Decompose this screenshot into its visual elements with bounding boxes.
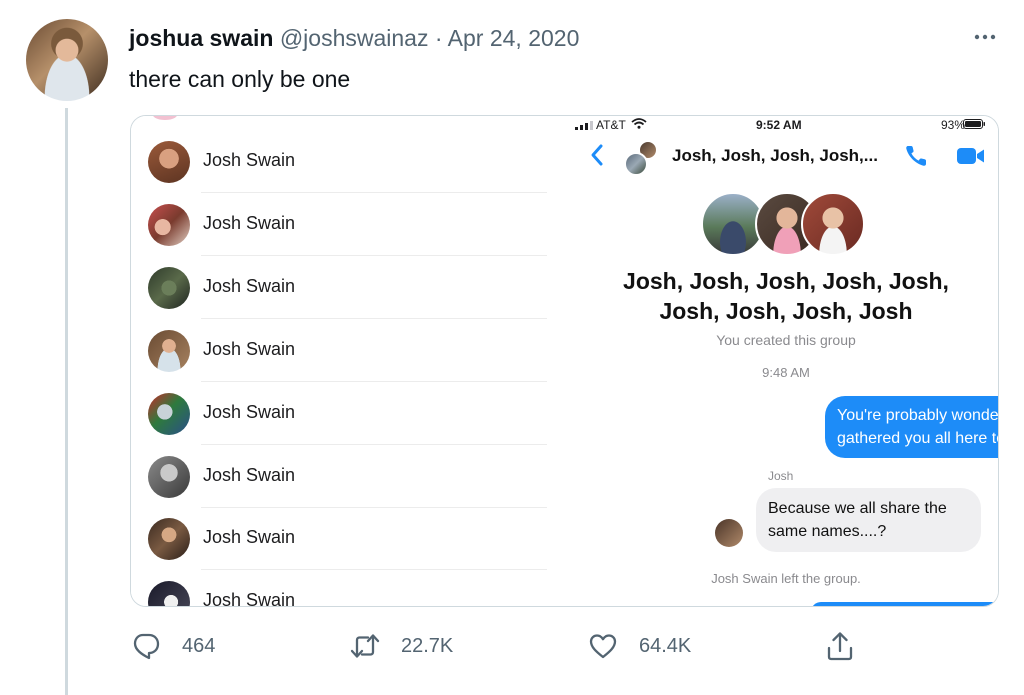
contact-avatar [148,456,190,498]
contact-row[interactable]: Josh Swain [131,256,571,319]
group-subtitle: You created this group [716,332,856,348]
header-separator: · [434,25,443,51]
author-avatar[interactable] [26,19,108,101]
battery-icon [963,119,985,129]
retweet-icon [349,630,381,662]
signal-icon [575,121,593,130]
contact-avatar [148,267,190,309]
status-time: 9:52 AM [756,118,802,132]
contacts-screenshot: Josh Swain Josh Swain Josh Swain Josh Sw… [131,116,571,607]
group-title-line: Josh, Josh, Josh, Josh, Josh, [623,268,949,294]
tweet-media[interactable]: Josh Swain Josh Swain Josh Swain Josh Sw… [130,115,999,607]
like-count: 64.4K [639,634,692,657]
author-handle[interactable]: @joshswainaz [280,25,429,51]
contact-row[interactable]: Josh Swain [131,382,571,445]
group-title-line: Josh, Josh, Josh, Josh [659,298,913,324]
contact-row[interactable]: Josh Swain [131,193,571,256]
system-note: Josh Swain left the group. [711,571,861,586]
tweet-header: joshua swain @joshswainaz · Apr 24, 2020 [129,24,579,52]
retweet-count: 22.7K [401,634,454,657]
contact-name: Josh Swain [203,339,296,359]
group-member-avatars[interactable] [701,192,866,256]
reply-count: 464 [182,634,216,657]
contact-row[interactable]: Josh Swain [131,319,571,382]
sender-avatar[interactable] [715,519,743,547]
contact-name: Josh Swain [203,213,296,233]
tweet-actions: 464 22.7K 64.4K [130,626,1000,666]
phone-icon[interactable] [903,143,931,169]
like-button[interactable]: 64.4K [587,626,691,666]
contact-row[interactable]: Josh Swain [131,130,571,193]
contact-row[interactable]: Josh Swain [131,445,571,508]
share-icon [824,630,856,662]
contact-name: Josh Swain [203,590,296,607]
sender-name: Josh [768,469,794,483]
share-button[interactable] [824,626,856,666]
tweet-text: there can only be one [129,66,351,92]
tweet-date[interactable]: Apr 24, 2020 [448,25,580,51]
contact-name: Josh Swain [203,527,296,547]
wifi-icon [631,118,647,129]
partial-message [811,602,998,606]
battery-percent: 93% [941,118,966,132]
group-avatar[interactable] [622,136,662,176]
outgoing-message[interactable]: You're probably wondering why I've gathe… [825,396,998,458]
contact-row[interactable]: Josh Swain [131,570,571,607]
incoming-message[interactable]: Because we all share the same names....? [756,488,981,552]
contact-avatar [148,581,190,606]
reply-icon [130,630,162,662]
contact-name: Josh Swain [203,402,296,422]
messenger-screenshot: AT&T 9:52 AM 93% Josh, Josh, Josh, Josh,… [572,116,998,606]
contact-avatar [148,518,190,560]
heart-icon [587,630,619,662]
contact-name: Josh Swain [203,276,296,296]
video-camera-icon[interactable] [956,145,986,167]
contact-row[interactable]: Josh Swain [131,507,571,570]
status-bar: AT&T 9:52 AM 93% [572,116,998,134]
conversation-title[interactable]: Josh, Josh, Josh, Josh,... [672,146,878,166]
contact-avatar [148,393,190,435]
contact-name: Josh Swain [203,150,296,170]
partial-avatar [153,116,177,120]
reply-button[interactable]: 464 [130,626,215,666]
more-icon[interactable] [968,22,1002,52]
message-timestamp: 9:48 AM [762,365,810,380]
contact-avatar [148,141,190,183]
back-icon[interactable] [587,142,609,168]
thread-line [65,108,68,695]
contact-name: Josh Swain [203,465,296,485]
contact-avatar [148,204,190,246]
retweet-button[interactable]: 22.7K [349,626,453,666]
contact-avatar [148,330,190,372]
member-avatar [801,192,865,256]
carrier-label: AT&T [596,118,626,132]
conversation-nav: Josh, Josh, Josh, Josh,... [572,134,998,182]
group-title: Josh, Josh, Josh, Josh, Josh, Josh, Josh… [572,266,998,326]
author-name[interactable]: joshua swain [129,25,273,51]
